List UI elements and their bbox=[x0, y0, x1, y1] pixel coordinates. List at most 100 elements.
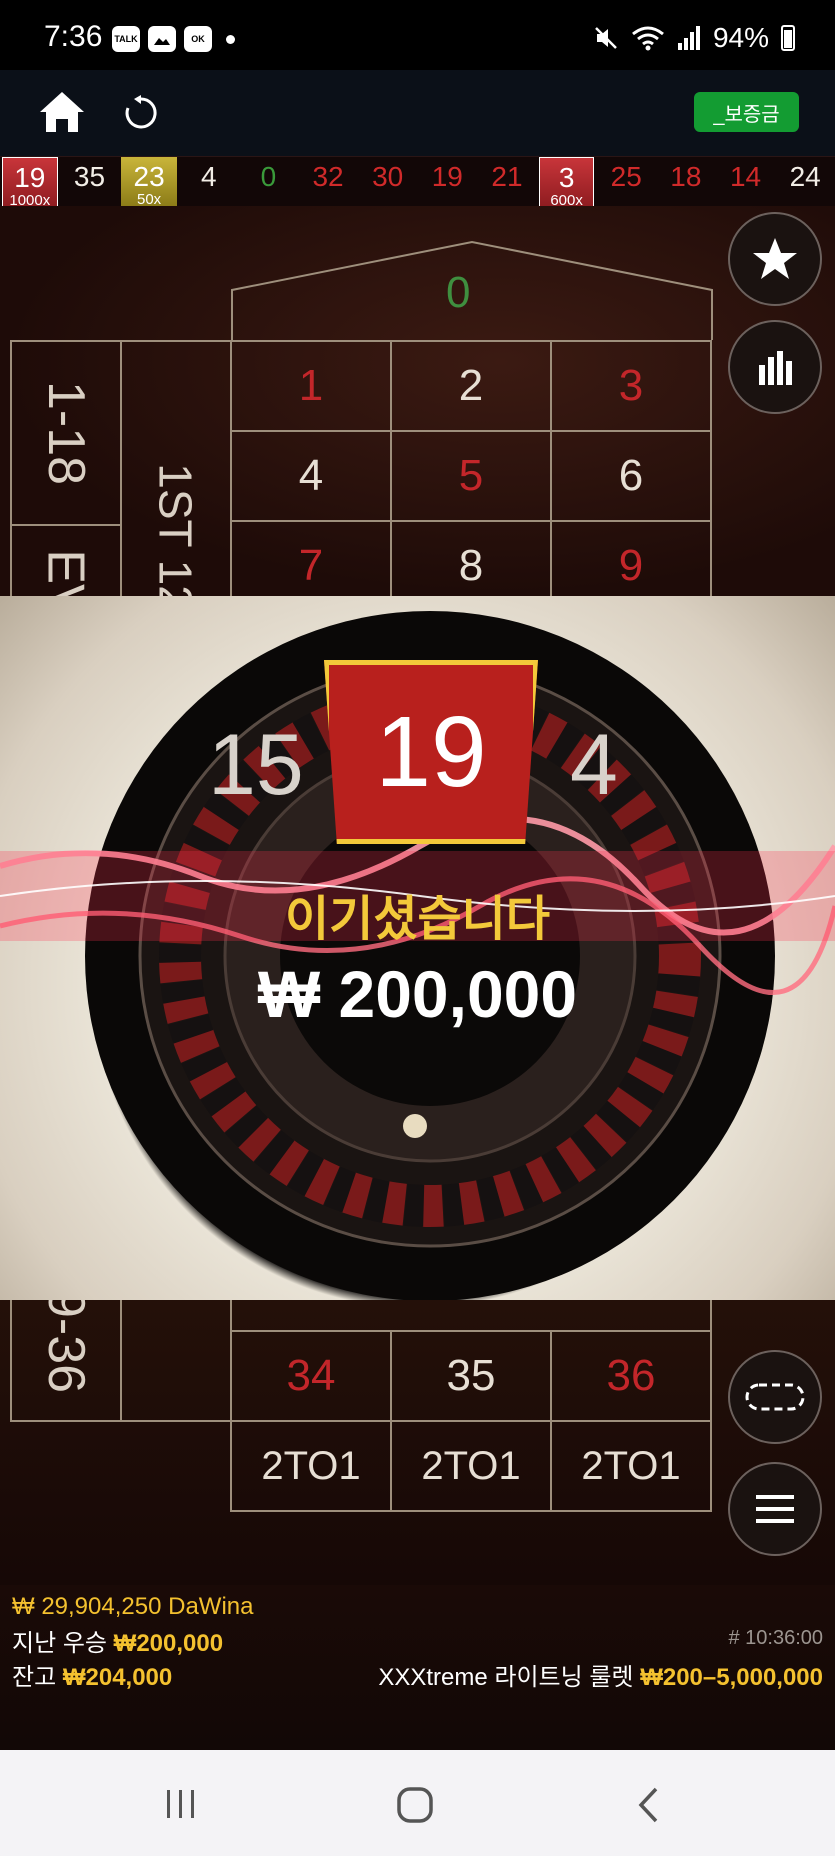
history-number: 30 bbox=[372, 161, 404, 192]
game-row: XXXtreme 라이트닝 룰렛 ₩200–5,000,000 bbox=[378, 1657, 823, 1692]
number-cell[interactable]: 8 bbox=[390, 520, 552, 596]
history-item: 4 bbox=[181, 157, 237, 207]
win-title: 이기셨습니다 bbox=[285, 893, 550, 946]
history-item: 18 bbox=[658, 157, 714, 207]
number-row-partial[interactable] bbox=[230, 1300, 712, 1332]
number-cell[interactable]: 6 bbox=[550, 430, 712, 522]
zero-label[interactable]: 0 bbox=[446, 268, 470, 318]
app-bar: _보증금 bbox=[0, 70, 835, 156]
history-item: 19 1000x bbox=[2, 157, 58, 208]
side-1-18-cell[interactable]: 1-18 bbox=[10, 340, 122, 526]
star-icon bbox=[753, 238, 797, 279]
live-video: 15 4 19 이기셨습니다 ₩ 200,000 bbox=[0, 596, 835, 1300]
history-item: 32 bbox=[300, 157, 356, 207]
dozen-first-cell[interactable]: 1ST 12 bbox=[120, 340, 232, 596]
label-1-18: 1-18 bbox=[36, 380, 95, 486]
dozen-third-cell[interactable] bbox=[120, 1300, 232, 1422]
history-number: 0 bbox=[260, 161, 277, 192]
home-nav-icon[interactable] bbox=[396, 1786, 434, 1824]
last-win-label: 지난 우승 bbox=[12, 1630, 107, 1657]
last-win-row: 지난 우승 ₩200,000 bbox=[12, 1623, 223, 1658]
back-icon[interactable] bbox=[636, 1786, 660, 1824]
label-19-36: 9-36 bbox=[36, 1300, 95, 1394]
number-cell[interactable]: 36 bbox=[550, 1330, 712, 1422]
history-number: 35 bbox=[73, 161, 106, 192]
result-history: 19 1000x 35 23 50x 4 0 32 30 19 21 3 600x 25 18 14 24 bbox=[0, 156, 835, 208]
side-even-cell[interactable]: EV bbox=[10, 524, 122, 596]
history-item: 21 bbox=[479, 157, 535, 207]
deposit-button[interactable]: _보증금 bbox=[694, 92, 799, 132]
bet-limits: ₩200–5,000,000 bbox=[640, 1664, 823, 1691]
signal-icon bbox=[677, 26, 700, 50]
history-number: 25 bbox=[610, 161, 642, 192]
history-number: 18 bbox=[670, 161, 702, 192]
wifi-icon bbox=[632, 26, 664, 51]
label-even: EV bbox=[37, 549, 95, 596]
history-number: 23 bbox=[133, 161, 165, 192]
battery-icon bbox=[781, 25, 795, 51]
number-cell[interactable]: 5 bbox=[390, 430, 552, 522]
history-number: 19 bbox=[14, 162, 46, 193]
last-win-value: ₩200,000 bbox=[113, 1630, 224, 1657]
dot-icon bbox=[226, 35, 235, 44]
status-right: 94% bbox=[593, 22, 795, 54]
ok-icon: OK bbox=[184, 26, 212, 52]
history-number: 19 bbox=[431, 161, 463, 192]
history-number: 3 bbox=[558, 162, 575, 193]
history-number: 14 bbox=[729, 161, 762, 192]
statistics-button[interactable] bbox=[728, 320, 822, 414]
history-multiplier: 50x bbox=[137, 191, 162, 208]
status-time: 7:36 bbox=[44, 20, 103, 53]
talk-icon: TALK bbox=[112, 26, 140, 52]
betting-table-bottom: 9-36 34 35 36 2TO1 2TO1 2TO1 bbox=[0, 1300, 835, 1585]
history-number: 4 bbox=[200, 161, 217, 192]
status-bar: 7:36 TALK OK 94% bbox=[0, 0, 835, 70]
number-cell[interactable]: 35 bbox=[390, 1330, 552, 1422]
number-cell[interactable]: 4 bbox=[230, 430, 392, 522]
history-item: 23 50x bbox=[121, 157, 177, 207]
number-cell[interactable]: 34 bbox=[230, 1330, 392, 1422]
winning-number-badge: 19 bbox=[324, 660, 538, 844]
number-cell[interactable]: 7 bbox=[230, 520, 392, 596]
chip-icon bbox=[745, 1383, 805, 1411]
game-info: ₩ 29,904,250 DaWina 지난 우승 ₩200,000 잔고 ₩2… bbox=[0, 1585, 835, 1750]
history-number: 32 bbox=[312, 161, 344, 192]
two-to-one-cell[interactable]: 2TO1 bbox=[390, 1420, 552, 1512]
home-icon[interactable] bbox=[38, 90, 86, 134]
notification-icons: TALK OK bbox=[112, 26, 235, 52]
recent-apps-icon[interactable] bbox=[164, 1788, 198, 1820]
system-nav-bar bbox=[0, 1750, 835, 1856]
balance-row: 잔고 ₩204,000 bbox=[12, 1657, 172, 1692]
balance-value: ₩204,000 bbox=[62, 1664, 173, 1691]
label-dozen-first: 1ST 12 bbox=[150, 463, 203, 596]
two-to-one-cell[interactable]: 2TO1 bbox=[550, 1420, 712, 1512]
history-item: 14 bbox=[718, 157, 774, 207]
two-to-one-cell[interactable]: 2TO1 bbox=[230, 1420, 392, 1512]
number-cell[interactable]: 3 bbox=[550, 340, 712, 432]
balance-label: 잔고 bbox=[12, 1664, 57, 1691]
number-cell[interactable]: 1 bbox=[230, 340, 392, 432]
history-item: 19 bbox=[420, 157, 476, 207]
history-item: 0 bbox=[241, 157, 297, 207]
number-cell[interactable]: 2 bbox=[390, 340, 552, 432]
history-number: 21 bbox=[491, 161, 523, 192]
refresh-icon[interactable] bbox=[122, 94, 160, 132]
top-winner: ₩ 29,904,250 DaWina bbox=[12, 1593, 254, 1620]
stats-icon bbox=[759, 351, 792, 385]
menu-button[interactable] bbox=[728, 1462, 822, 1556]
chip-button[interactable] bbox=[728, 1350, 822, 1444]
history-item: 3 600x bbox=[538, 157, 595, 208]
number-cell[interactable]: 9 bbox=[550, 520, 712, 596]
round-id: # 10:36:00 bbox=[728, 1627, 823, 1649]
favorites-button[interactable] bbox=[728, 212, 822, 306]
game-name: XXXtreme 라이트닝 룰렛 bbox=[378, 1664, 634, 1691]
wheel-left-number: 15 bbox=[208, 717, 304, 813]
history-item: 30 bbox=[360, 157, 416, 207]
winning-number: 19 bbox=[375, 695, 487, 808]
side-19-36-cell[interactable]: 9-36 bbox=[10, 1300, 122, 1422]
battery-percent: 94% bbox=[712, 22, 769, 53]
betting-table-top: 0 1-18 EV 1ST 12 123 456 789 bbox=[0, 206, 835, 596]
history-item: 25 bbox=[598, 157, 654, 207]
gallery-icon bbox=[148, 26, 176, 52]
history-number: 24 bbox=[789, 161, 821, 192]
